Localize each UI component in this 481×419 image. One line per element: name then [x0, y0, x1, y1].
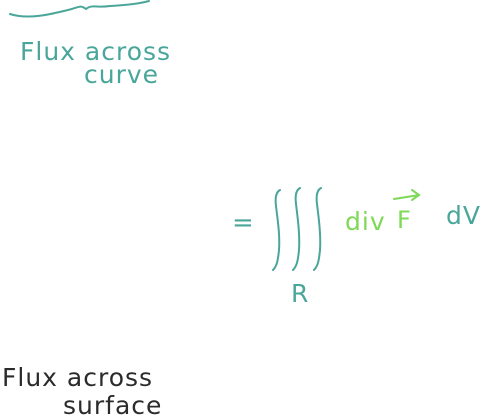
bottom-label-line2: surface	[63, 391, 162, 419]
bottom-label-line1: Flux across	[2, 363, 153, 392]
integrand-div: div	[345, 207, 386, 236]
vector-arrow	[393, 189, 421, 201]
region-label: R	[291, 279, 308, 308]
top-brace-stroke	[9, 0, 150, 18]
integrand-F: F	[397, 206, 411, 234]
whiteboard-canvas: Flux across curve = R div F dV Flux acro…	[2, 0, 481, 419]
equals-sign: =	[232, 208, 254, 238]
integrand-dV: dV	[446, 201, 481, 230]
triple-integral-sign	[272, 187, 322, 271]
top-label-line2: curve	[84, 60, 159, 89]
